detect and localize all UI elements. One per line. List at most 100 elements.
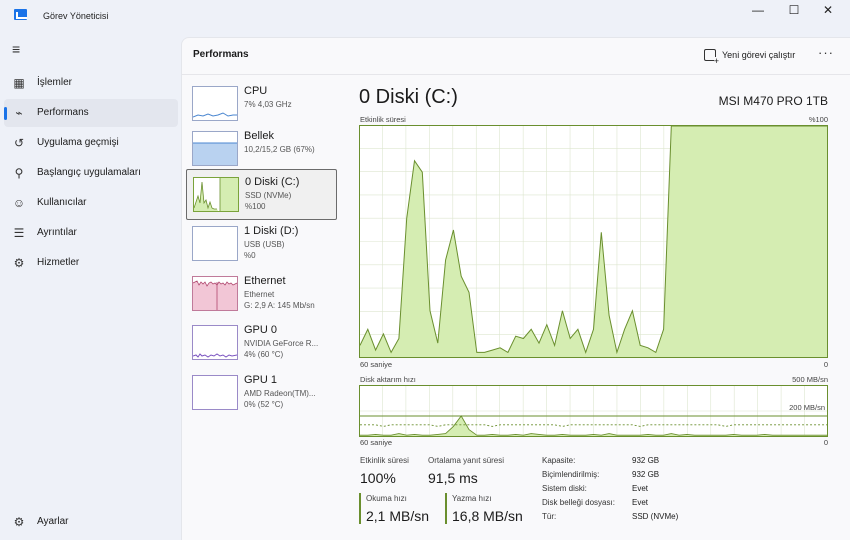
- activity-chart-label: Etkinlik süresi: [360, 115, 406, 124]
- device-detail: SSD (NVMe): [245, 191, 292, 200]
- services-icon: ⚙: [13, 256, 25, 270]
- startup-icon: ⚲: [14, 166, 24, 180]
- device-name: Bellek: [244, 130, 274, 142]
- sidebar-item-processes[interactable]: ▦ İşlemler: [4, 69, 178, 97]
- activity-chart-zero: 0: [823, 360, 828, 369]
- activity-stat-label: Etkinlik süresi: [360, 456, 409, 465]
- prop-page-file-key: Disk belleği dosyası:: [542, 498, 615, 507]
- device-name: Ethernet: [244, 275, 286, 287]
- prop-capacity-key: Kapasite:: [542, 456, 576, 465]
- transfer-chart-label: Disk aktarım hızı: [360, 375, 416, 384]
- device-name: GPU 0: [244, 324, 278, 336]
- main-panel: Performans Yeni görevi çalıştır ··· CPU …: [181, 37, 850, 540]
- transfer-chart-max: 500 MB/sn: [792, 375, 828, 384]
- device-memory[interactable]: Bellek 10,2/15,2 GB (67%): [186, 126, 337, 172]
- device-usage: 4% (60 °C): [244, 350, 284, 359]
- gpu1-thumbnail-graph: [192, 375, 238, 410]
- page-title: Performans: [193, 49, 249, 60]
- prop-capacity-value: 932 GB: [632, 456, 660, 465]
- sidebar-item-label: Kullanıcılar: [37, 197, 87, 208]
- prop-system-disk-value: Evet: [632, 484, 649, 493]
- response-stat-value: 91,5 ms: [428, 470, 478, 486]
- performance-icon: ⌁: [15, 106, 23, 120]
- device-detail: Ethernet: [244, 290, 275, 299]
- device-detail: 7% 4,03 GHz: [244, 100, 292, 109]
- device-disk-1[interactable]: 1 Diski (D:) USB (USB) %0: [186, 221, 337, 267]
- device-name: CPU: [244, 85, 268, 97]
- read-rate-value: 2,1 MB/sn: [366, 508, 430, 524]
- device-cpu[interactable]: CPU 7% 4,03 GHz: [186, 81, 337, 127]
- window-title: Görev Yöneticisi: [43, 11, 109, 21]
- prop-formatted-key: Biçimlendirilmiş:: [542, 470, 600, 479]
- device-gpu-1[interactable]: GPU 1 AMD Radeon(TM)... 0% (52 °C): [186, 370, 337, 416]
- device-usage: 0% (52 °C): [244, 400, 284, 409]
- prop-type-key: Tür:: [542, 512, 557, 521]
- device-usage: %100: [245, 202, 266, 211]
- sidebar-item-startup[interactable]: ⚲ Başlangıç uygulamaları: [4, 159, 178, 187]
- new-task-icon: [704, 49, 719, 65]
- device-name: GPU 1: [244, 374, 278, 386]
- sidebar-item-services[interactable]: ⚙ Hizmetler: [4, 249, 178, 277]
- write-rate-bar: [445, 493, 447, 524]
- read-rate-label: Okuma hızı: [366, 494, 407, 503]
- response-stat-label: Ortalama yanıt süresi: [428, 456, 505, 465]
- device-name: 1 Diski (D:): [244, 225, 299, 237]
- disk-model: MSI M470 PRO 1TB: [718, 94, 828, 108]
- device-gpu-0[interactable]: GPU 0 NVIDIA GeForce R... 4% (60 °C): [186, 320, 337, 366]
- sidebar: ≡ ▦ İşlemler ⌁ Performans ↺ Uygulama geç…: [0, 32, 180, 540]
- device-usage: %0: [244, 251, 256, 260]
- minimize-button[interactable]: —: [740, 0, 776, 20]
- prop-formatted-value: 932 GB: [632, 470, 660, 479]
- sidebar-item-label: Hizmetler: [37, 257, 80, 268]
- sidebar-item-label: Uygulama geçmişi: [37, 137, 119, 148]
- users-icon: ☺: [12, 196, 26, 210]
- sidebar-item-settings[interactable]: ⚙ Ayarlar: [4, 508, 178, 536]
- maximize-button[interactable]: ☐: [776, 0, 812, 20]
- title-bar: Görev Yöneticisi — ☐ ✕: [0, 0, 850, 32]
- activity-chart-time: 60 saniye: [360, 360, 393, 369]
- sidebar-item-label: İşlemler: [37, 77, 73, 88]
- sidebar-item-users[interactable]: ☺ Kullanıcılar: [4, 189, 178, 217]
- task-manager-logo-icon: [14, 9, 27, 20]
- device-ethernet[interactable]: Ethernet Ethernet G: 2,9 A: 145 Mb/sn: [186, 271, 337, 317]
- device-detail: 10,2/15,2 GB (67%): [244, 145, 315, 154]
- activity-stat-value: 100%: [360, 470, 396, 486]
- cpu-thumbnail-graph: [192, 86, 238, 121]
- transfer-chart-time: 60 saniye: [360, 438, 393, 447]
- sidebar-item-performance[interactable]: ⌁ Performans: [4, 99, 178, 127]
- hamburger-menu-icon[interactable]: ≡: [12, 42, 24, 56]
- device-disk-0[interactable]: 0 Diski (C:) SSD (NVMe) %100: [186, 169, 337, 220]
- device-usage: G: 2,9 A: 145 Mb/sn: [244, 301, 315, 310]
- activity-chart-max: %100: [808, 115, 828, 124]
- close-button[interactable]: ✕: [810, 0, 846, 20]
- more-options-button[interactable]: ···: [818, 45, 834, 60]
- transfer-chart-ref: 200 MB/sn: [789, 403, 825, 412]
- settings-gear-icon: ⚙: [13, 515, 25, 529]
- activity-chart: [359, 125, 828, 358]
- write-rate-label: Yazma hızı: [452, 494, 492, 503]
- disk-detail-title: 0 Diski (C:): [359, 86, 458, 108]
- disk0-thumbnail-graph: [193, 177, 239, 212]
- sidebar-item-label: Performans: [37, 107, 89, 118]
- app-history-icon: ↺: [13, 136, 25, 150]
- sidebar-item-app-history[interactable]: ↺ Uygulama geçmişi: [4, 129, 178, 157]
- write-rate-value: 16,8 MB/sn: [452, 508, 523, 524]
- prop-page-file-value: Evet: [632, 498, 649, 507]
- device-detail: NVIDIA GeForce R...: [244, 339, 319, 348]
- prop-system-disk-key: Sistem diski:: [542, 484, 587, 493]
- header-divider: [182, 74, 850, 75]
- processes-icon: ▦: [13, 76, 25, 90]
- run-new-task-button[interactable]: Yeni görevi çalıştır: [704, 47, 795, 65]
- device-name: 0 Diski (C:): [245, 176, 300, 188]
- ethernet-thumbnail-graph: [192, 276, 238, 311]
- memory-thumbnail-graph: [192, 131, 238, 166]
- transfer-chart-zero: 0: [823, 438, 828, 447]
- sidebar-item-label: Başlangıç uygulamaları: [37, 167, 141, 178]
- details-icon: ☰: [13, 226, 25, 240]
- disk1-thumbnail-graph: [192, 226, 238, 261]
- sidebar-item-details[interactable]: ☰ Ayrıntılar: [4, 219, 178, 247]
- sidebar-item-label: Ayrıntılar: [37, 227, 77, 238]
- device-detail: USB (USB): [244, 240, 285, 249]
- device-detail: AMD Radeon(TM)...: [244, 389, 316, 398]
- prop-type-value: SSD (NVMe): [632, 512, 679, 521]
